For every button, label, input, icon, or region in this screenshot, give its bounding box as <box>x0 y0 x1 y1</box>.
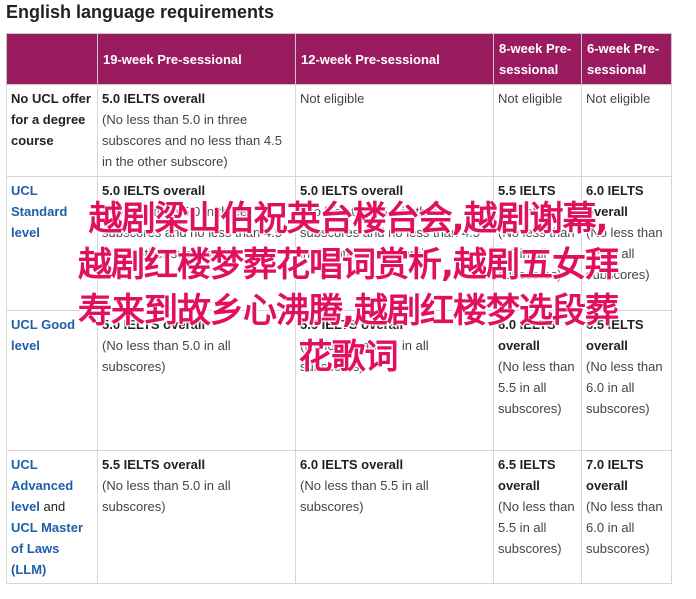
ielts-score: 6.0 IELTS overall <box>300 457 404 472</box>
table-cell: 5.5 IELTS overall (No less than 5.0 in a… <box>493 176 582 311</box>
row-label: No UCL offer for a degree course <box>6 84 98 177</box>
page-title: English language requirements <box>6 2 275 22</box>
table-cell: 5.0 IELTS overall (No less than 5.0 in t… <box>295 176 494 311</box>
table-cell: Not eligible <box>493 84 582 177</box>
table-cell: 6.0 IELTS overall (No less than 5.5 in a… <box>295 450 494 584</box>
row-label: UCL Standard level <box>6 176 98 311</box>
table-cell: Not eligible <box>295 84 494 177</box>
ielts-score: 5.5 IELTS overall <box>102 457 206 472</box>
row-label-link[interactable]: UCL Standard level <box>11 183 67 240</box>
subscore-note: (No less than 5.5 in all subscores) <box>586 225 663 282</box>
eligibility-note: Not eligible <box>586 91 651 106</box>
row-label-link[interactable]: UCL Master of Laws (LLM) <box>11 520 83 577</box>
header-cell-8-week: 8-week Pre-sessional <box>493 33 582 85</box>
subscore-note: (No less than 5.5 in all subscores) <box>300 478 429 514</box>
eligibility-note: Not eligible <box>300 91 365 106</box>
table-row: No UCL offer for a degree course 5.0 IEL… <box>6 84 672 177</box>
table-cell: 6.0 IELTS overall (No less than 5.5 in a… <box>581 176 672 311</box>
ielts-score: 6.0 IELTS overall <box>498 317 556 353</box>
header-cell-19-week: 19-week Pre-sessional <box>97 33 296 85</box>
ielts-score: 5.0 IELTS overall <box>300 183 404 198</box>
table-row: UCL Good level 5.0 IELTS overall (No les… <box>6 310 672 451</box>
subscore-note: (No less than 5.0 in three subscores and… <box>102 204 282 261</box>
table-cell: 5.0 IELTS overall (No less than 5.0 in a… <box>97 310 296 451</box>
subscore-note: (No less than 6.0 in all subscores) <box>586 499 663 556</box>
subscore-note: (No less than 5.5 in all subscores) <box>498 359 575 416</box>
row-label-text: No UCL offer for a degree course <box>11 91 91 148</box>
subscore-note: (No less than 5.0 in three subscores and… <box>300 204 480 261</box>
table-cell: 5.0 IELTS overall (No less than 5.0 in t… <box>97 84 296 177</box>
ielts-score: 5.0 IELTS overall <box>102 91 206 106</box>
ielts-score: 6.5 IELTS overall <box>498 457 556 493</box>
table-cell: 5.5 IELTS overall (No less than 5.0 in a… <box>97 450 296 584</box>
ielts-score: 6.5 IELTS overall <box>586 317 644 353</box>
subscore-note: (No less than 5.0 in all subscores) <box>102 478 231 514</box>
requirements-table: 19-week Pre-sessional 12-week Pre-sessio… <box>6 33 672 584</box>
subscore-note: (No less than 5.0 in all subscores) <box>102 338 231 374</box>
subscore-note: (No less than 5.0 in all subscores) <box>498 225 575 282</box>
ielts-score: 5.0 IELTS overall <box>102 183 206 198</box>
row-label: UCL Good level <box>6 310 98 451</box>
subscore-note: (No less than 5.5 in all subscores) <box>498 499 575 556</box>
row-label-link[interactable]: UCL Good level <box>11 317 75 353</box>
ielts-score: 7.0 IELTS overall <box>586 457 644 493</box>
subscore-note: (No less than 5.0 in all subscores) <box>300 338 429 374</box>
row-label: UCL Advanced level and UCL Master of Law… <box>6 450 98 584</box>
row-label-connector: and <box>43 499 66 514</box>
subscore-note: (No less than 6.0 in all subscores) <box>586 359 663 416</box>
table-cell: 5.5 IELTS overall (No less than 5.0 in a… <box>295 310 494 451</box>
header-cell-6-week: 6-week Pre-sessional <box>581 33 672 85</box>
ielts-score: 5.5 IELTS overall <box>300 317 404 332</box>
eligibility-note: Not eligible <box>498 91 563 106</box>
table-cell: 6.5 IELTS overall (No less than 6.0 in a… <box>581 310 672 451</box>
subscore-note: (No less than 5.0 in three subscores and… <box>102 112 282 169</box>
ielts-score: 5.0 IELTS overall <box>102 317 206 332</box>
table-cell: 6.0 IELTS overall (No less than 5.5 in a… <box>493 310 582 451</box>
table-row: UCL Standard level 5.0 IELTS overall (No… <box>6 176 672 311</box>
header-cell-12-week: 12-week Pre-sessional <box>295 33 494 85</box>
ielts-score: 6.0 IELTS overall <box>586 183 644 219</box>
table-cell: 5.0 IELTS overall (No less than 5.0 in t… <box>97 176 296 311</box>
table-cell: 7.0 IELTS overall (No less than 6.0 in a… <box>581 450 672 584</box>
header-cell <box>6 33 98 85</box>
table-cell: Not eligible <box>581 84 672 177</box>
table-header-row: 19-week Pre-sessional 12-week Pre-sessio… <box>6 33 672 85</box>
table-cell: 6.5 IELTS overall (No less than 5.5 in a… <box>493 450 582 584</box>
ielts-score: 5.5 IELTS overall <box>498 183 556 219</box>
table-row: UCL Advanced level and UCL Master of Law… <box>6 450 672 584</box>
